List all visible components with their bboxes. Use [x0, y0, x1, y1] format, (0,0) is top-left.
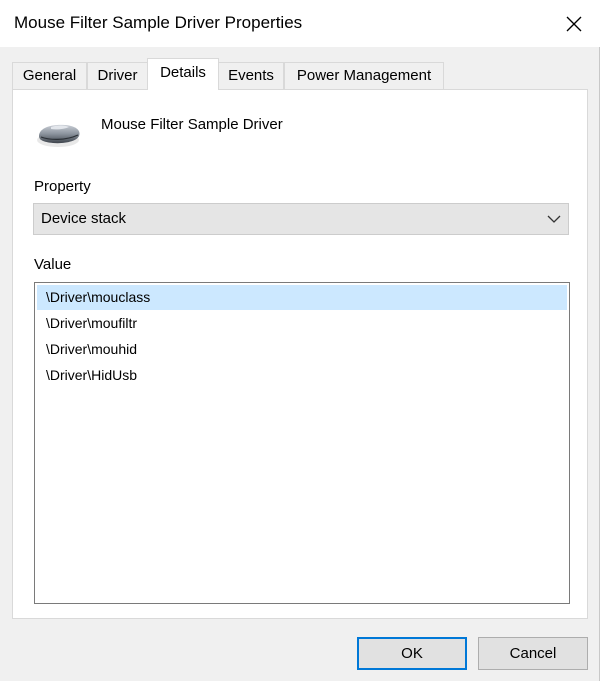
- tab-general[interactable]: General: [12, 62, 87, 89]
- cancel-button[interactable]: Cancel: [478, 637, 588, 670]
- title-bar: Mouse Filter Sample Driver Properties: [0, 0, 600, 47]
- property-selected-value: Device stack: [41, 210, 127, 227]
- window-title: Mouse Filter Sample Driver Properties: [14, 13, 303, 32]
- tab-driver[interactable]: Driver: [87, 62, 148, 89]
- device-name: Mouse Filter Sample Driver: [101, 116, 283, 133]
- mouse-icon: [37, 124, 80, 147]
- property-label: Property: [34, 178, 91, 195]
- value-list[interactable]: \Driver\mouclass \Driver\moufiltr \Drive…: [34, 282, 570, 604]
- close-icon: [566, 16, 582, 32]
- tab-power-management[interactable]: Power Management: [284, 62, 444, 89]
- properties-dialog: Mouse Filter Sample Driver Properties Ge…: [0, 0, 600, 681]
- close-button[interactable]: [552, 6, 596, 42]
- value-label: Value: [34, 256, 72, 273]
- list-item[interactable]: \Driver\moufiltr: [37, 311, 567, 336]
- chevron-down-icon: [547, 215, 561, 223]
- ok-button[interactable]: OK: [357, 637, 467, 670]
- tab-events[interactable]: Events: [218, 62, 284, 89]
- tab-details[interactable]: Details: [147, 58, 219, 90]
- list-item[interactable]: \Driver\HidUsb: [37, 363, 567, 388]
- property-dropdown[interactable]: Device stack: [33, 203, 569, 235]
- list-item[interactable]: \Driver\mouhid: [37, 337, 567, 362]
- details-panel: Mouse Filter Sample Driver Property Devi…: [12, 89, 588, 619]
- list-item[interactable]: \Driver\mouclass: [37, 285, 567, 310]
